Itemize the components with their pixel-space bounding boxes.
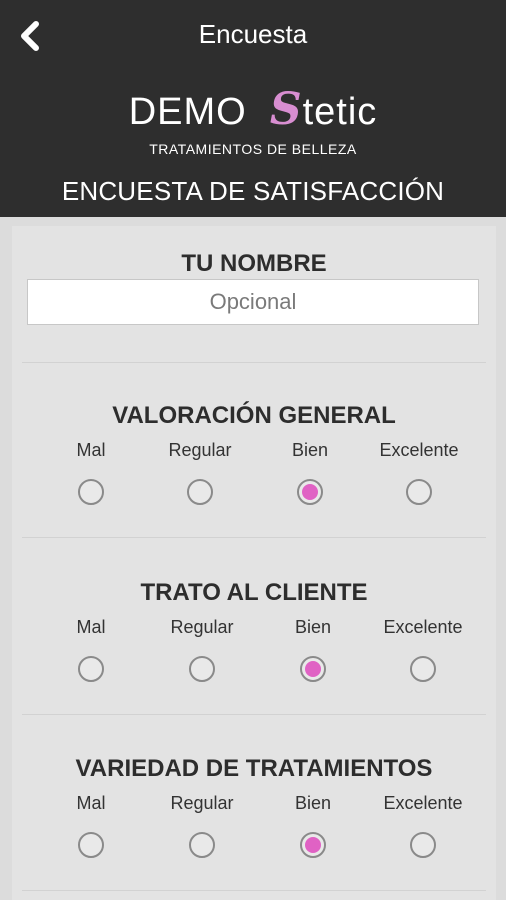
option-bien: Bien [253,617,373,682]
radio-excelente[interactable] [410,656,436,682]
option-regular: Regular [140,440,260,505]
option-excelente: Excelente [363,617,483,682]
option-bien: Bien [253,793,373,858]
option-label: Excelente [379,440,459,460]
option-label: Excelente [383,793,463,813]
option-bien: Bien [250,440,370,505]
survey-subtitle: ENCUESTA DE SATISFACCIÓN [61,176,445,206]
radio-bien[interactable] [300,656,326,682]
option-label: Regular [170,617,234,637]
divider [22,362,486,363]
app-header: Encuesta DEMO Stetic TRATAMIENTOS DE BEL… [0,0,506,217]
divider [22,890,486,891]
rating-options: Mal Regular Bien Excelente [12,793,496,873]
radio-mal[interactable] [78,479,104,505]
divider [22,714,486,715]
radio-excelente[interactable] [406,479,432,505]
brand-tagline: TRATAMIENTOS DE BELLEZA [149,141,357,157]
rating-title: VARIEDAD DE TRATAMIENTOS [75,755,433,782]
name-section-title: TU NOMBRE [181,250,327,277]
option-label: Bien [294,793,332,813]
option-label: Bien [291,440,329,460]
page-title: Encuesta [198,19,308,49]
radio-mal[interactable] [78,832,104,858]
logo-main: DEMO [128,91,247,133]
option-label: Mal [76,440,106,460]
radio-bien[interactable] [300,832,326,858]
option-regular: Regular [142,617,262,682]
logo-accent-letter: S [269,84,303,135]
option-excelente: Excelente [363,793,483,858]
radio-mal[interactable] [78,656,104,682]
rating-title: TRATO AL CLIENTE [140,579,368,606]
rating-options: Mal Regular Bien Excelente [12,440,496,520]
option-label: Mal [76,793,106,813]
radio-regular[interactable] [189,832,215,858]
option-label: Regular [168,440,232,460]
logo-rest: tetic [302,91,378,133]
option-mal: Mal [31,440,151,505]
option-label: Regular [170,793,234,813]
brand-logo: DEMO Stetic [0,84,506,135]
option-label: Mal [76,617,106,637]
rating-options: Mal Regular Bien Excelente [12,617,496,697]
option-label: Excelente [383,617,463,637]
radio-excelente[interactable] [410,832,436,858]
name-input[interactable] [27,279,479,325]
option-regular: Regular [142,793,262,858]
radio-bien[interactable] [297,479,323,505]
survey-form: TU NOMBRE VALORACIÓN GENERAL Mal Regular… [12,226,496,900]
option-excelente: Excelente [359,440,479,505]
rating-title: VALORACIÓN GENERAL [112,402,396,429]
radio-regular[interactable] [187,479,213,505]
radio-regular[interactable] [189,656,215,682]
option-label: Bien [294,617,332,637]
option-mal: Mal [31,793,151,858]
divider [22,537,486,538]
option-mal: Mal [31,617,151,682]
